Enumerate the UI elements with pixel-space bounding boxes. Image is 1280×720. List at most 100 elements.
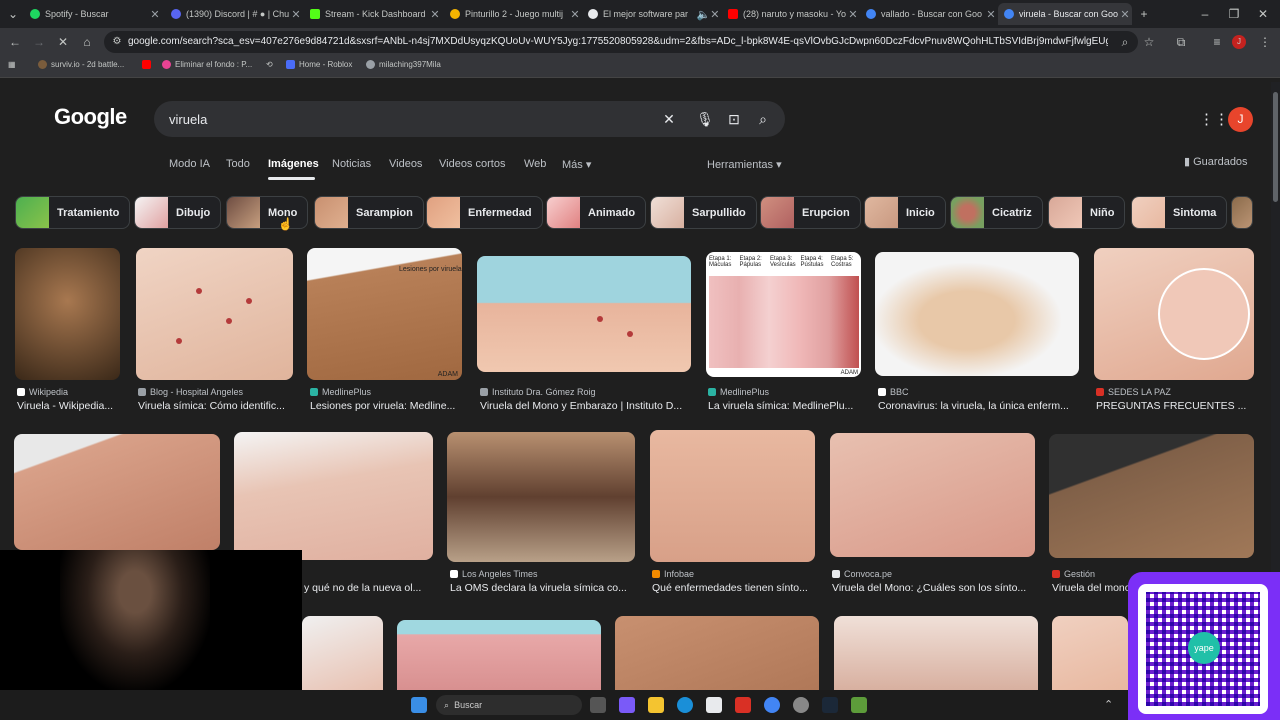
menu-kebab-icon[interactable]: ⋮ (1256, 33, 1274, 51)
clear-icon[interactable]: ✕ (660, 110, 678, 128)
close-tab-icon[interactable]: ✕ (148, 8, 162, 21)
tab-imagenes[interactable]: Imágenes (268, 158, 319, 170)
chip-sarpullido[interactable]: Sarpullido (650, 196, 757, 229)
app-icon[interactable] (735, 697, 751, 713)
result-image[interactable] (1052, 616, 1128, 690)
tab-youtube[interactable]: (28) naruto y masoku - Yo ✕ (722, 3, 860, 25)
search-box[interactable]: viruela ✕ 🎙 ⊡ ⌕ (154, 101, 785, 137)
restore-icon[interactable]: ❐ (1225, 5, 1243, 23)
result-image[interactable] (1049, 434, 1254, 558)
minecraft-icon[interactable] (851, 697, 867, 713)
result-caption[interactable]: Viruela del Mono y Embarazo | Instituto … (480, 400, 696, 412)
close-tab-icon[interactable]: ✕ (568, 8, 582, 21)
result-image[interactable] (650, 430, 815, 562)
home-icon[interactable]: ⌂ (78, 33, 96, 51)
result-source[interactable]: MedlinePlus (708, 387, 769, 397)
result-source[interactable]: Instituto Dra. Gómez Roig (480, 387, 596, 397)
chip-sintoma[interactable]: Sintoma (1131, 196, 1228, 229)
tab-pinturillo[interactable]: Pinturillo 2 - Juego multij ✕ (444, 3, 582, 25)
tools-button[interactable]: Herramientas ▾ (707, 158, 782, 171)
edge-icon[interactable] (677, 697, 693, 713)
result-caption[interactable]: y qué no de la nueva ol... (304, 582, 444, 594)
apps-grid-icon[interactable]: ▦ (8, 60, 16, 69)
google-apps-icon[interactable]: ⋮⋮ (1199, 110, 1229, 128)
result-image[interactable] (14, 434, 220, 550)
tab-mas[interactable]: Más ▾ (562, 158, 591, 171)
back-icon[interactable]: ← (6, 33, 24, 51)
result-image[interactable] (397, 620, 601, 690)
result-image[interactable] (15, 248, 120, 380)
tab-modo-ia[interactable]: Modo IA (169, 158, 210, 170)
bookmark-surviv[interactable]: surviv.io - 2d battle... (38, 60, 124, 69)
result-caption[interactable]: La OMS declara la viruela símica co... (450, 582, 640, 594)
tab-kick[interactable]: Stream - Kick Dashboard ✕ (304, 3, 442, 25)
result-source[interactable]: BBC (878, 387, 909, 397)
result-image[interactable] (830, 433, 1035, 557)
result-caption[interactable]: La viruela símica: MedlinePlu... (708, 400, 868, 412)
forward-icon[interactable]: → (30, 33, 48, 51)
chip-enfermedad[interactable]: Enfermedad (426, 196, 543, 229)
microphone-icon[interactable]: 🎙 (696, 110, 714, 128)
result-caption[interactable]: Viruela del Mono: ¿Cuáles son los sínto.… (832, 582, 1038, 594)
tab-viruela[interactable]: viruela - Buscar con Goog ✕ (998, 3, 1132, 25)
chip-cicatriz[interactable]: Cicatriz (950, 196, 1043, 229)
close-tab-icon[interactable]: 🔈✕ (696, 8, 720, 21)
result-image[interactable] (615, 616, 819, 690)
zoom-icon[interactable]: ⌕ (1116, 33, 1134, 51)
file-explorer-icon[interactable] (648, 697, 664, 713)
chip-animado[interactable]: Animado (546, 196, 647, 229)
google-logo[interactable]: Google (54, 104, 127, 130)
result-image[interactable] (302, 616, 383, 690)
chip-mono[interactable]: Mono (226, 196, 309, 229)
close-tab-icon[interactable]: ✕ (984, 8, 998, 21)
close-tab-icon[interactable]: ✕ (428, 8, 442, 21)
bookmark-star-icon[interactable]: ☆ (1140, 33, 1158, 51)
address-bar[interactable]: ⚙ google.com/search?sca_esv=407e276e9d84… (104, 31, 1138, 53)
result-image[interactable]: Lesiones por viruela ADAM (307, 248, 462, 380)
bookmark-roblox[interactable]: Home - Roblox (286, 60, 352, 69)
tab-videos[interactable]: Videos (389, 158, 422, 170)
youtube-bookmark-icon[interactable] (142, 60, 155, 69)
chip-sarampion[interactable]: Sarampion (314, 196, 424, 229)
search-input[interactable]: viruela (169, 112, 207, 127)
result-source[interactable]: Blog - Hospital Angeles (138, 387, 243, 397)
chip-erupcion[interactable]: Erupcion (760, 196, 861, 229)
minimize-icon[interactable]: – (1196, 5, 1214, 23)
result-source[interactable]: SEDES LA PAZ (1096, 387, 1171, 397)
extensions-icon[interactable]: ⧉ (1172, 33, 1190, 51)
tab-discord[interactable]: (1390) Discord | # ● | Chu ✕ (165, 3, 303, 25)
tab-search-icon[interactable]: ⌄ (4, 5, 22, 23)
scrollbar-thumb[interactable] (1273, 92, 1278, 202)
result-source[interactable]: MedlinePlus (310, 387, 371, 397)
result-caption[interactable]: Coronavirus: la viruela, la única enferm… (878, 400, 1084, 412)
close-tab-icon[interactable]: ✕ (846, 8, 860, 21)
media-control-icon[interactable]: ≡ (1208, 33, 1226, 51)
tab-videos-cortos[interactable]: Videos cortos (439, 158, 505, 170)
chip-nino[interactable]: Niño (1048, 196, 1126, 229)
result-image[interactable] (834, 616, 1038, 690)
result-image[interactable] (234, 432, 433, 560)
tab-spotify[interactable]: Spotify - Buscar ✕ (24, 3, 162, 25)
chip-more[interactable] (1231, 196, 1253, 229)
tab-web[interactable]: Web (524, 158, 546, 170)
history-bookmark-icon[interactable]: ⟲ (266, 60, 273, 69)
bookmark-remove-bg[interactable]: Eliminar el fondo : P... (162, 60, 252, 69)
tray-chevron-icon[interactable]: ⌃ (1104, 698, 1113, 711)
result-caption[interactable]: Viruela símica: Cómo identific... (138, 400, 298, 412)
close-window-icon[interactable]: ✕ (1254, 5, 1272, 23)
result-source[interactable]: Wikipedia (17, 387, 68, 397)
result-source[interactable]: Convoca.pe (832, 569, 892, 579)
result-source[interactable]: Gestión (1052, 569, 1095, 579)
taskbar-search[interactable]: ⌕ Buscar (436, 695, 582, 715)
close-tab-icon[interactable]: ✕ (289, 8, 303, 21)
result-caption[interactable]: Lesiones por viruela: Medline... (310, 400, 468, 412)
chip-dibujo[interactable]: Dibujo (134, 196, 222, 229)
chip-tratamiento[interactable]: Tratamiento (15, 196, 131, 229)
stop-icon[interactable]: ✕ (54, 33, 72, 51)
bookmark-mila[interactable]: milaching397Mila (366, 60, 441, 69)
task-view-icon[interactable] (590, 697, 606, 713)
result-image[interactable] (1094, 248, 1254, 380)
result-image[interactable] (875, 252, 1079, 376)
result-caption[interactable]: Qué enfermedades tienen sínto... (652, 582, 817, 594)
chrome-icon[interactable] (764, 697, 780, 713)
